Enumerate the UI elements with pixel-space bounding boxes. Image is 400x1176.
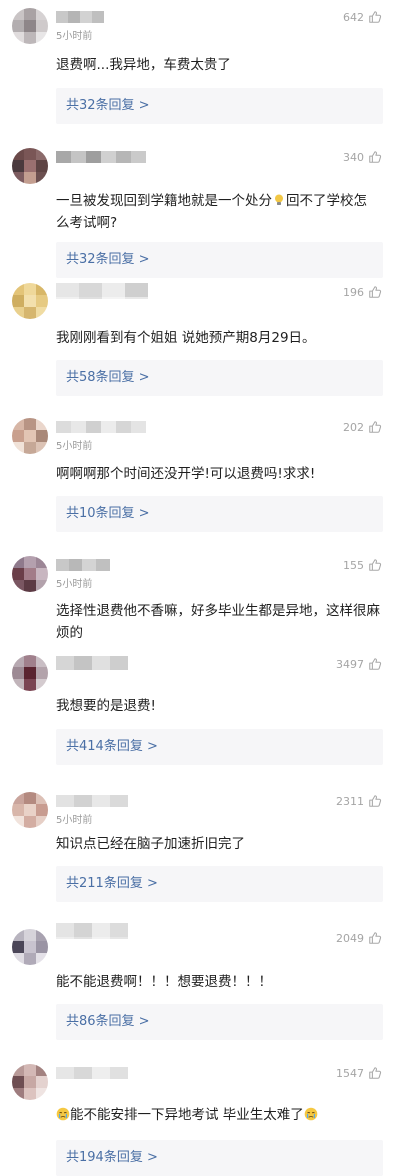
thumbs-up-icon: [369, 421, 382, 433]
lightbulb-emoji: [275, 194, 283, 205]
view-replies-button[interactable]: 共86条回复 >: [56, 1004, 383, 1040]
crying-emoji: [304, 1107, 318, 1121]
view-replies-button[interactable]: 共10条回复 >: [56, 496, 383, 532]
thumbs-up-icon: [369, 1067, 382, 1079]
thumbs-up-icon: [369, 151, 382, 163]
comment-text: 能不能退费啊！！！想要退费！！！: [56, 974, 272, 990]
thumbs-up-icon: [369, 658, 382, 670]
username-blurred[interactable]: [56, 656, 128, 672]
like-count: 1547: [336, 1066, 364, 1080]
username-blurred[interactable]: [56, 283, 148, 299]
like-count: 642: [343, 10, 364, 24]
avatar[interactable]: [12, 418, 48, 454]
avatar[interactable]: [12, 929, 48, 965]
username-blurred[interactable]: [56, 1065, 128, 1081]
like-button[interactable]: 155: [343, 558, 382, 572]
view-replies-button[interactable]: 共211条回复 >: [56, 866, 383, 902]
username-blurred[interactable]: [56, 149, 146, 165]
like-count: 3497: [336, 657, 364, 671]
avatar[interactable]: [12, 8, 48, 44]
like-button[interactable]: 196: [343, 285, 382, 299]
comment-text: 退费啊...我异地，车费太贵了: [56, 57, 231, 73]
thumbs-up-icon: [369, 286, 382, 298]
avatar[interactable]: [12, 148, 48, 184]
view-replies-button[interactable]: 共32条回复 >: [56, 88, 383, 124]
like-count: 202: [343, 420, 364, 434]
view-replies-button[interactable]: 共32条回复 >: [56, 242, 383, 278]
comment-text-part: 一旦被发现回到学籍地就是一个处分: [56, 193, 272, 209]
thumbs-up-icon: [369, 559, 382, 571]
like-button[interactable]: 642: [343, 10, 382, 24]
thumbs-up-icon: [369, 932, 382, 944]
comment-text-part: 能不能安排一下异地考试 毕业生太难了: [70, 1107, 304, 1123]
post-time: 5小时前: [56, 441, 93, 452]
crying-emoji: [56, 1107, 70, 1121]
view-replies-button[interactable]: 共58条回复 >: [56, 360, 383, 396]
avatar[interactable]: [12, 655, 48, 691]
avatar[interactable]: [12, 556, 48, 592]
like-count: 2311: [336, 794, 364, 808]
username-blurred[interactable]: [56, 557, 110, 573]
comment-list: 5小时前 642 退费啊...我异地，车费太贵了 共32条回复 > 340 一旦…: [0, 0, 400, 1176]
like-count: 155: [343, 558, 364, 572]
username-blurred[interactable]: [56, 419, 146, 435]
username-blurred[interactable]: [56, 793, 128, 809]
like-count: 340: [343, 150, 364, 164]
post-time: 5小时前: [56, 31, 93, 42]
like-count: 196: [343, 285, 364, 299]
like-count: 2049: [336, 931, 364, 945]
comment-text: 我想要的是退费!: [56, 698, 156, 714]
comment-text: 选择性退费他不香嘛，好多毕业生都是异地，这样很麻烦的: [56, 603, 380, 641]
comment-text: 能不能安排一下异地考试 毕业生太难了: [56, 1104, 380, 1126]
thumbs-up-icon: [369, 795, 382, 807]
avatar[interactable]: [12, 792, 48, 828]
like-button[interactable]: 1547: [336, 1066, 382, 1080]
post-time: 5小时前: [56, 579, 93, 590]
like-button[interactable]: 3497: [336, 657, 382, 671]
view-replies-button[interactable]: 共414条回复 >: [56, 729, 383, 765]
thumbs-up-icon: [369, 11, 382, 23]
avatar[interactable]: [12, 1064, 48, 1100]
post-time: 5小时前: [56, 815, 93, 826]
like-button[interactable]: 2311: [336, 794, 382, 808]
comment-text: 一旦被发现回到学籍地就是一个处分 回不了学校怎么考试啊?: [56, 190, 380, 234]
username-blurred[interactable]: [56, 9, 106, 25]
comment-text: 啊啊啊那个时间还没开学!可以退费吗!求求!: [56, 466, 316, 482]
view-replies-button[interactable]: 共194条回复 >: [56, 1140, 383, 1176]
username-blurred[interactable]: [56, 923, 128, 939]
avatar[interactable]: [12, 283, 48, 319]
like-button[interactable]: 202: [343, 420, 382, 434]
comment-text: 我刚刚看到有个姐姐 说她预产期8月29日。: [56, 330, 316, 346]
like-button[interactable]: 340: [343, 150, 382, 164]
like-button[interactable]: 2049: [336, 931, 382, 945]
comment-text: 知识点已经在脑子加速折旧完了: [56, 836, 245, 852]
